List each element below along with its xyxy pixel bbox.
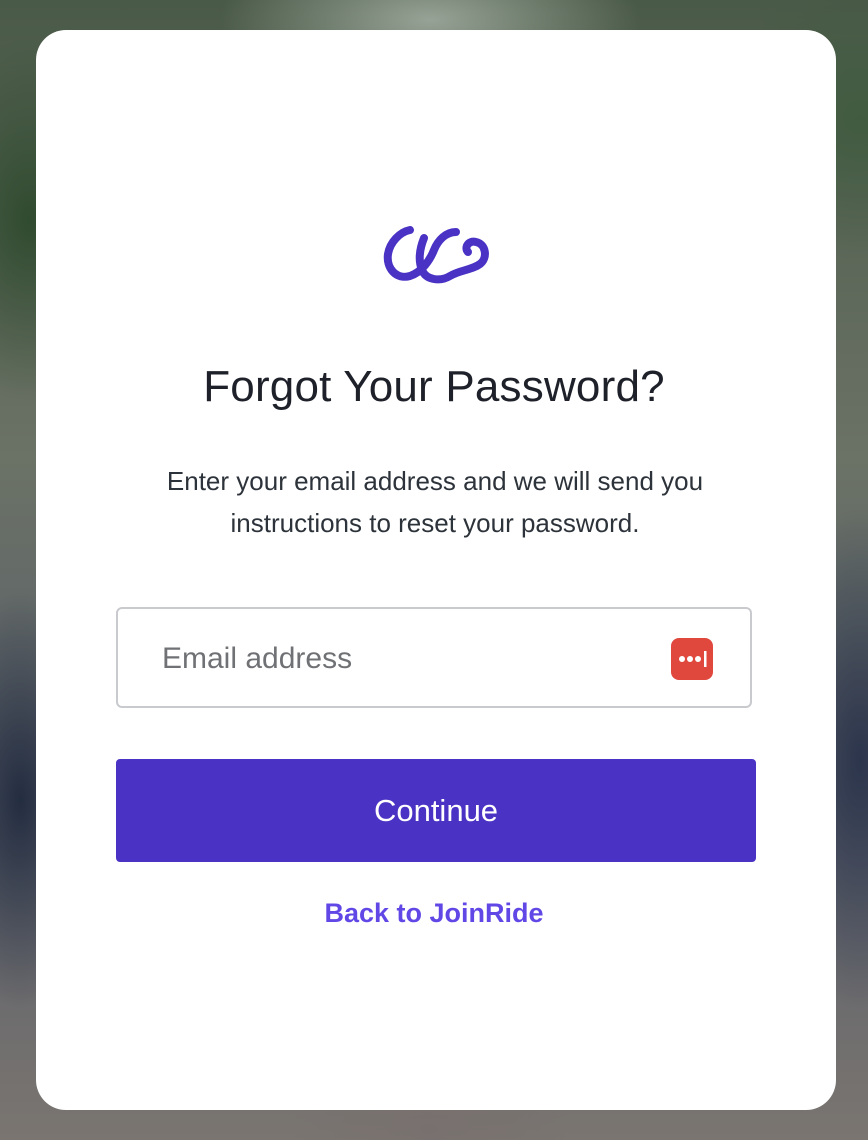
continue-button[interactable]: Continue (116, 759, 756, 862)
page-title: Forgot Your Password? (203, 362, 665, 411)
password-manager-icon[interactable] (671, 638, 713, 680)
page-subtitle: Enter your email address and we will sen… (166, 466, 704, 538)
reset-password-card (36, 30, 836, 1110)
continue-button-label: Continue (373, 792, 499, 828)
back-to-joinride-link[interactable]: Back to JoinRide (0, 898, 868, 929)
joinride-logo-icon (383, 226, 489, 284)
email-field-container[interactable] (116, 607, 752, 708)
email-input[interactable] (160, 609, 664, 708)
